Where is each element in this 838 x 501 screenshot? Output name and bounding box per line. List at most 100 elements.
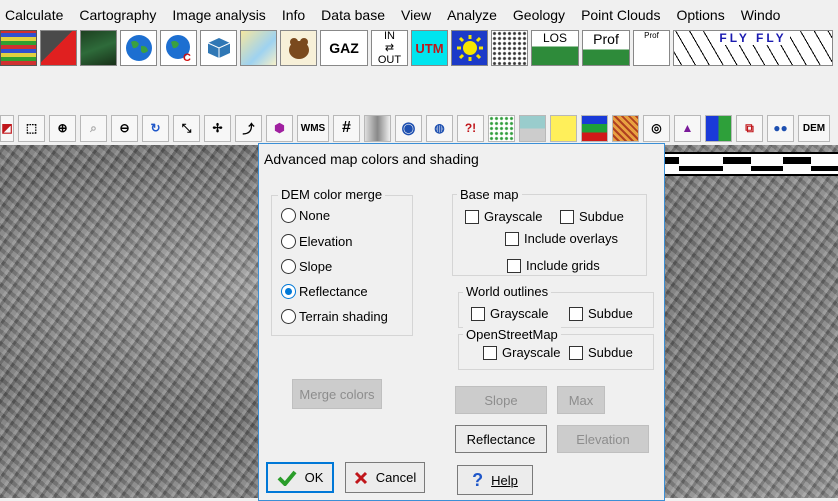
satellite-image-button[interactable] bbox=[40, 30, 77, 66]
landsat-button[interactable] bbox=[80, 30, 117, 66]
zoom-out-button[interactable]: ⊖ bbox=[111, 114, 138, 142]
sidescan-button[interactable] bbox=[519, 114, 546, 142]
radio-terrain-shading-label: Terrain shading bbox=[299, 309, 388, 324]
radio-slope-dot bbox=[281, 259, 296, 274]
bear-button[interactable] bbox=[280, 30, 317, 66]
point-cloud-button[interactable] bbox=[491, 30, 528, 66]
radio-terrain-shading[interactable]: Terrain shading bbox=[281, 309, 388, 324]
include-grids-checkbox[interactable]: Include grids bbox=[507, 258, 600, 273]
overlay-icon: ⧉ bbox=[745, 120, 754, 135]
profile-button[interactable]: Prof bbox=[582, 30, 630, 66]
dem-stack-button[interactable] bbox=[0, 30, 37, 66]
map-sheet-button[interactable] bbox=[240, 30, 277, 66]
radio-elevation[interactable]: Elevation bbox=[281, 234, 352, 249]
target-button[interactable]: ◎ bbox=[643, 114, 670, 142]
profile-small-label: Prof bbox=[644, 31, 659, 40]
contour-button[interactable] bbox=[612, 114, 639, 142]
layers-3d-button[interactable] bbox=[200, 30, 237, 66]
gazetteer-small-button[interactable]: ◍ bbox=[426, 114, 453, 142]
reflectance-button[interactable]: Reflectance bbox=[455, 425, 547, 453]
subset-select-button[interactable]: ⬚ bbox=[18, 114, 45, 142]
line-of-sight-button[interactable]: LOS bbox=[531, 30, 579, 66]
line-of-sight-label: LOS bbox=[542, 31, 567, 45]
dialog-title: Advanced map colors and shading bbox=[264, 151, 479, 167]
globe-c-button[interactable]: C bbox=[160, 30, 197, 66]
elevation-button[interactable]: Elevation bbox=[557, 425, 649, 453]
polygon-fill-button[interactable]: ⬢ bbox=[266, 114, 293, 142]
camera-button[interactable]: ●● bbox=[767, 114, 794, 142]
utm-button[interactable]: UTM bbox=[411, 30, 448, 66]
target-icon: ◎ bbox=[651, 121, 662, 135]
sun-button[interactable] bbox=[451, 30, 488, 66]
radio-reflectance[interactable]: Reflectance bbox=[281, 284, 368, 299]
help-button[interactable]: ? Help bbox=[457, 465, 533, 495]
export-label: OUT bbox=[377, 54, 402, 66]
menu-window[interactable]: Windo bbox=[733, 7, 789, 23]
base-map-subdue-checkbox[interactable]: Subdue bbox=[560, 209, 624, 224]
zoom-full-button[interactable]: ⌕ bbox=[80, 114, 107, 142]
color-legend-button[interactable] bbox=[581, 114, 608, 142]
globe-button[interactable] bbox=[120, 30, 157, 66]
base-map-grayscale-checkbox[interactable]: Grayscale bbox=[465, 209, 543, 224]
gazetteer-small-icon: ◍ bbox=[434, 121, 445, 135]
include-overlays-checkbox[interactable]: Include overlays bbox=[505, 231, 618, 246]
menu-info[interactable]: Info bbox=[274, 7, 313, 23]
ok-button[interactable]: OK bbox=[266, 462, 334, 493]
dem-button[interactable]: DEM bbox=[798, 114, 830, 142]
menu-data-base[interactable]: Data base bbox=[313, 7, 393, 23]
menu-image-analysis[interactable]: Image analysis bbox=[164, 7, 273, 23]
world-outlines-subdue-label: Subdue bbox=[588, 306, 633, 321]
menu-cartography[interactable]: Cartography bbox=[71, 7, 164, 23]
gazetteer-button[interactable]: GAZ bbox=[320, 30, 368, 66]
help-query-button[interactable]: ?! bbox=[457, 114, 484, 142]
import-export-button[interactable]: IN ⇄ OUT bbox=[371, 30, 408, 66]
max-button[interactable]: Max bbox=[557, 386, 605, 414]
toolbar-gap bbox=[0, 68, 838, 108]
profile-small-button[interactable]: Prof bbox=[633, 30, 670, 66]
world-outlines-grayscale-checkbox[interactable]: Grayscale bbox=[471, 306, 549, 321]
cancel-button[interactable]: Cancel bbox=[345, 462, 425, 493]
measure-distance-button[interactable]: ⤡ bbox=[173, 114, 200, 142]
wms-button[interactable]: WMS bbox=[297, 114, 329, 142]
openstreetmap-grayscale-checkbox[interactable]: Grayscale bbox=[483, 345, 561, 360]
include-overlays-box bbox=[505, 231, 519, 246]
bear-icon bbox=[288, 38, 309, 59]
radio-slope-label: Slope bbox=[299, 259, 333, 274]
menu-analyze[interactable]: Analyze bbox=[439, 7, 505, 23]
menu-point-clouds[interactable]: Point Clouds bbox=[573, 7, 668, 23]
refresh-button[interactable]: ↻ bbox=[142, 114, 169, 142]
path-button[interactable]: ⤴ bbox=[235, 114, 262, 142]
overlay-button[interactable]: ⧉ bbox=[736, 114, 763, 142]
radio-terrain-shading-dot bbox=[281, 309, 296, 324]
grid-button[interactable]: # bbox=[333, 114, 360, 142]
path-icon: ⤴ bbox=[242, 121, 255, 136]
measure-area-button[interactable]: ✢ bbox=[204, 114, 231, 142]
zoom-in-button[interactable]: ⊕ bbox=[49, 114, 76, 142]
sun-shade-button[interactable] bbox=[550, 114, 577, 142]
globe-blue-icon: ◉ bbox=[401, 120, 416, 137]
redraw-button[interactable]: ◩ bbox=[0, 114, 14, 142]
openstreetmap-subdue-checkbox[interactable]: Subdue bbox=[569, 345, 633, 360]
menu-bar: Calculate Cartography Image analysis Inf… bbox=[0, 0, 838, 30]
pyramid-button[interactable]: ▲ bbox=[674, 114, 701, 142]
base-map-subdue-label: Subdue bbox=[579, 209, 624, 224]
gray-image-button[interactable] bbox=[364, 114, 391, 142]
merge-colors-button[interactable]: Merge colors bbox=[292, 379, 382, 409]
menu-view[interactable]: View bbox=[393, 7, 439, 23]
slope-button[interactable]: Slope bbox=[455, 386, 547, 414]
flythrough-button[interactable]: FLY FLY bbox=[673, 30, 833, 66]
help-label: Help bbox=[491, 472, 518, 488]
menu-geology[interactable]: Geology bbox=[505, 7, 573, 23]
world-outlines-subdue-checkbox[interactable]: Subdue bbox=[569, 306, 633, 321]
radio-none[interactable]: None bbox=[281, 208, 330, 223]
include-grids-box bbox=[507, 258, 521, 273]
globe-blue-button[interactable]: ◉ bbox=[395, 114, 422, 142]
radio-slope[interactable]: Slope bbox=[281, 259, 332, 274]
utm-label: UTM bbox=[415, 40, 444, 56]
measure-area-icon: ✢ bbox=[212, 121, 223, 135]
gazetteer-label: GAZ bbox=[329, 40, 359, 56]
color-blocks-button[interactable] bbox=[705, 114, 732, 142]
menu-options[interactable]: Options bbox=[668, 7, 732, 23]
menu-calculate[interactable]: Calculate bbox=[0, 7, 71, 23]
point-scatter-button[interactable] bbox=[488, 114, 515, 142]
